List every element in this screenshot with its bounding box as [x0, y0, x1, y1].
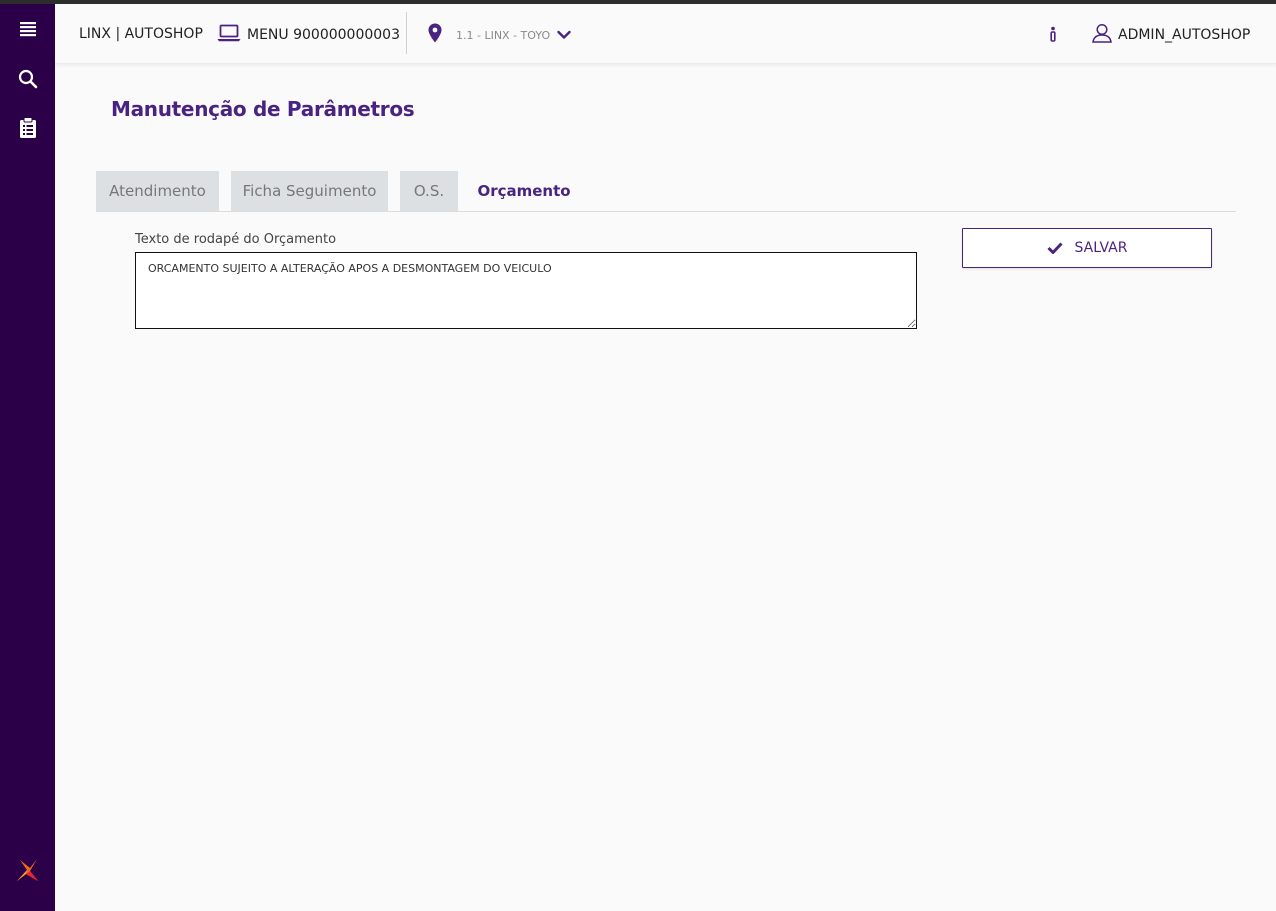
chevron-down-icon — [557, 30, 571, 40]
search-icon[interactable] — [15, 66, 41, 92]
location-pin-icon — [428, 23, 442, 47]
tab-os[interactable]: O.S. — [400, 171, 458, 211]
tab-ficha-seguimento[interactable]: Ficha Seguimento — [231, 171, 388, 211]
clipboard-icon[interactable] — [15, 115, 41, 141]
laptop-icon — [217, 24, 241, 46]
check-icon — [1046, 242, 1063, 254]
tab-orcamento[interactable]: Orçamento — [470, 171, 578, 211]
footer-text-field[interactable]: ORCAMENTO SUJEITO A ALTERAÇÃO APOS A DES… — [135, 252, 917, 329]
user-icon — [1092, 23, 1112, 47]
store-label: 1.1 - LINX - TOYO — [456, 28, 551, 42]
page-title: Manutenção de Parâmetros — [111, 97, 415, 121]
sidebar — [0, 4, 55, 911]
header-divider — [406, 12, 407, 54]
user-name: ADMIN_AUTOSHOP — [1118, 27, 1251, 43]
menu-label: MENU 900000000003 — [247, 27, 400, 43]
top-header: LINX | AUTOSHOP MENU 900000000003 1.1 - … — [55, 4, 1276, 64]
store-selector[interactable]: 1.1 - LINX - TOYO — [428, 22, 571, 48]
save-button[interactable]: SALVAR — [962, 228, 1212, 268]
save-button-label: SALVAR — [1074, 240, 1128, 256]
tab-atendimento[interactable]: Atendimento — [96, 171, 219, 211]
linx-logo-icon — [14, 857, 40, 883]
menu-list-icon[interactable] — [15, 16, 41, 42]
info-icon[interactable] — [1045, 24, 1061, 44]
brand-title: LINX | AUTOSHOP — [79, 26, 203, 42]
tabs-underline — [96, 211, 1236, 212]
menu-selector[interactable]: MENU 900000000003 — [217, 22, 400, 48]
footer-text-label: Texto de rodapé do Orçamento — [135, 232, 337, 247]
user-menu[interactable]: ADMIN_AUTOSHOP — [1092, 22, 1250, 48]
